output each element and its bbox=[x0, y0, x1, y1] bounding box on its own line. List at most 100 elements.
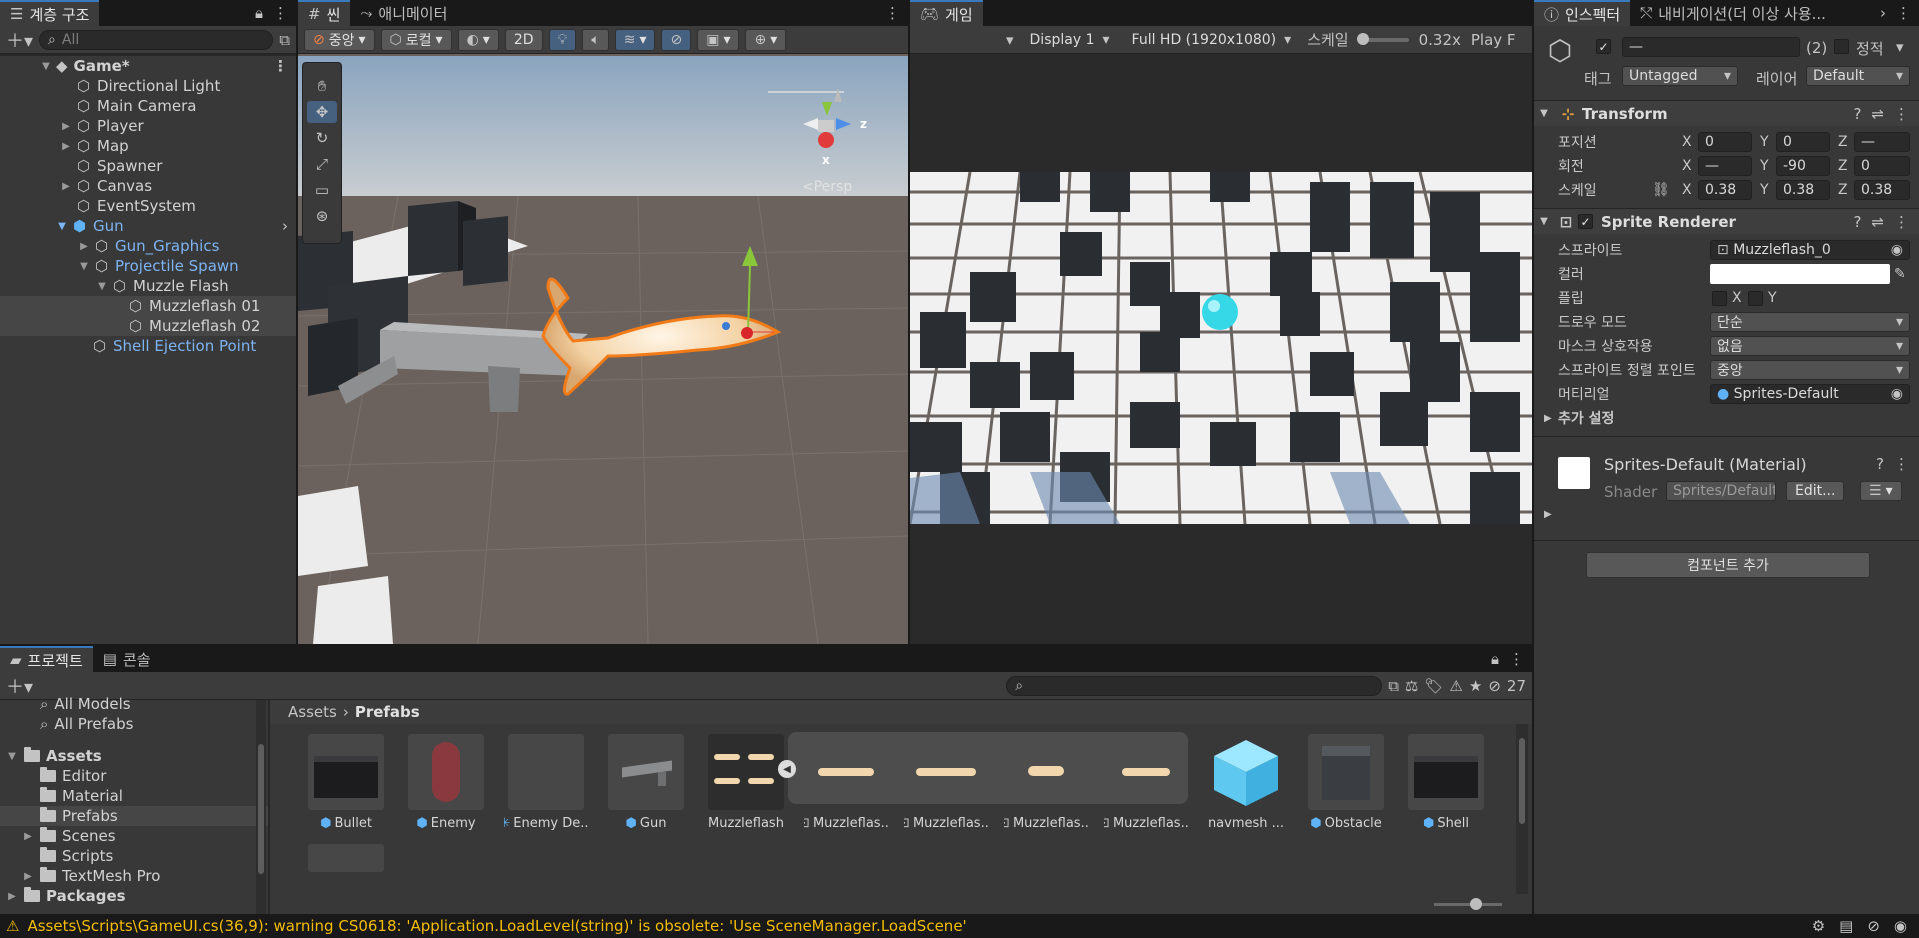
tab-hierarchy[interactable]: ☰ 계층 구조 bbox=[0, 0, 100, 26]
favorite-all-prefabs[interactable]: ⌕ All Prefabs bbox=[0, 714, 268, 734]
effects-dropdown[interactable]: ≋ ▾ bbox=[614, 28, 656, 51]
presets-icon[interactable]: ⇌ bbox=[1871, 105, 1884, 123]
move-tool-icon[interactable]: ✥ bbox=[307, 101, 337, 123]
hierarchy-item-main-camera[interactable]: ⬡ Main Camera bbox=[0, 96, 296, 116]
hierarchy-item-eventsystem[interactable]: ⬡ EventSystem bbox=[0, 196, 296, 216]
hierarchy-item-spawner[interactable]: ⬡ Spawner bbox=[0, 156, 296, 176]
sprite-object-field[interactable]: ⊡ Muzzleflash_0 ◉ bbox=[1710, 240, 1910, 260]
sort-point-dropdown[interactable]: 중앙 ▾ bbox=[1710, 360, 1910, 380]
filter-label-icon[interactable]: 🏷︎ bbox=[1424, 677, 1443, 695]
eyedropper-icon[interactable]: ✎ bbox=[1894, 266, 1906, 282]
lighting-toggle[interactable]: 💡︎ bbox=[548, 28, 577, 51]
expand-arrow-icon[interactable]: ▶ bbox=[6, 891, 18, 902]
component-menu-icon[interactable]: ⋮ bbox=[1894, 105, 1909, 123]
scale-slider-handle[interactable] bbox=[1356, 32, 1369, 45]
expand-arrow-icon[interactable]: ▼ bbox=[96, 281, 108, 292]
hidden-packages-icon[interactable]: ⊘ bbox=[1488, 677, 1501, 695]
draw-mode-dropdown[interactable]: ◐ ▾ bbox=[457, 28, 499, 51]
expand-arrow-icon[interactable]: ▼ bbox=[6, 751, 18, 762]
lock-icon[interactable]: 🔒︎ bbox=[1491, 650, 1499, 668]
tab-animator[interactable]: ⤳ 애니메이터 bbox=[350, 0, 457, 26]
space-dropdown[interactable]: ⬡ 로컬 ▾ bbox=[380, 28, 452, 51]
rotation-z-field[interactable]: 0 bbox=[1854, 156, 1910, 176]
visibility-toggle[interactable]: ⊘ bbox=[661, 28, 692, 51]
grid-scrollbar[interactable] bbox=[1516, 724, 1528, 894]
breadcrumb-assets[interactable]: Assets bbox=[288, 703, 337, 721]
grid-scrollbar-thumb[interactable] bbox=[1519, 738, 1525, 824]
expand-arrow-icon[interactable]: ▼ bbox=[40, 61, 52, 72]
draw-mode-dropdown[interactable]: 단순 ▾ bbox=[1710, 312, 1910, 332]
display-dropdown[interactable]: Display 1 ▾ bbox=[1024, 30, 1116, 50]
hierarchy-item-canvas[interactable]: ▶ ⬡ Canvas bbox=[0, 176, 296, 196]
folder-scripts[interactable]: Scripts bbox=[0, 846, 268, 866]
help-icon[interactable]: ? bbox=[1853, 213, 1861, 231]
collaborate-icon[interactable]: ◉ bbox=[1894, 917, 1907, 935]
hierarchy-search-input[interactable]: ⌕ All bbox=[39, 29, 274, 50]
shader-dropdown[interactable]: Sprites/Default bbox=[1666, 481, 1776, 501]
persp-label[interactable]: <Persp bbox=[802, 179, 852, 195]
auto-generate-lighting-icon[interactable]: ⊘ bbox=[1867, 917, 1880, 935]
pivot-dropdown[interactable]: ⊘ 중앙 ▾ bbox=[304, 28, 375, 51]
foldout-arrow-icon[interactable]: ▶ bbox=[1544, 413, 1552, 424]
position-y-field[interactable]: 0 bbox=[1776, 132, 1830, 152]
scene-viewport[interactable]: z x <Persp bbox=[298, 56, 908, 644]
flip-y-checkbox[interactable] bbox=[1748, 290, 1763, 306]
folder-scenes[interactable]: ▶ Scenes bbox=[0, 826, 268, 846]
hierarchy-item-map[interactable]: ▶ ⬡ Map bbox=[0, 136, 296, 156]
expand-arrow-icon[interactable]: ▶ bbox=[78, 241, 90, 252]
camera-dropdown[interactable]: ▣ ▾ bbox=[697, 28, 740, 51]
asset-muzzleflash-0[interactable]: ⊡Muzzleflas... bbox=[804, 734, 888, 831]
folder-textmesh-pro[interactable]: ▶ TextMesh Pro bbox=[0, 866, 268, 886]
expand-arrow-icon[interactable]: ▶ bbox=[22, 831, 34, 842]
active-checkbox[interactable]: ✓ bbox=[1596, 39, 1611, 54]
cache-server-icon[interactable]: ▤ bbox=[1839, 917, 1853, 935]
foldout-arrow-icon[interactable]: ▼ bbox=[1534, 108, 1554, 119]
asset-enemy-death[interactable]: ✳Enemy De... bbox=[504, 734, 588, 831]
asset-gun[interactable]: ⬢ Gun bbox=[604, 734, 688, 831]
search-by-type-icon[interactable]: ⧉ bbox=[1388, 677, 1399, 695]
status-bar[interactable]: ⚠ Assets\Scripts\GameUI.cs(36,9): warnin… bbox=[0, 914, 1919, 938]
open-prefab-arrow-icon[interactable]: › bbox=[282, 217, 288, 235]
scene-row[interactable]: ▼ ◆ Game* ⋮ bbox=[0, 56, 296, 76]
expand-arrow-icon[interactable]: ▼ bbox=[56, 221, 68, 232]
component-menu-icon[interactable]: ⋮ bbox=[1894, 213, 1909, 231]
tab-navigation[interactable]: ⤲ 내비게이션(더 이상 사용... bbox=[1630, 0, 1836, 26]
transform-header[interactable]: ▼ ⊹ Transform ? ⇌ ⋮ bbox=[1534, 100, 1919, 126]
warning-filter-icon[interactable]: ⚠ bbox=[1449, 677, 1462, 695]
layer-dropdown[interactable]: Default ▾ bbox=[1806, 66, 1910, 86]
hierarchy-item-shell-ejection-point[interactable]: ⬡ Shell Ejection Point bbox=[0, 336, 296, 356]
icon-size-slider[interactable] bbox=[1434, 897, 1502, 910]
icon-size-slider-handle[interactable] bbox=[1470, 897, 1482, 910]
resolution-dropdown[interactable]: Full HD (1920x1080) ▾ bbox=[1126, 30, 1298, 50]
gizmos-dropdown[interactable]: ⊕ ▾ bbox=[745, 28, 787, 51]
tab-scene[interactable]: # 씬 bbox=[298, 0, 351, 26]
play-focus-dropdown[interactable]: Play F bbox=[1471, 31, 1516, 49]
object-name-field[interactable]: — bbox=[1622, 37, 1800, 57]
asset-muzzleflash-3[interactable]: ⊡Muzzleflas... bbox=[1104, 734, 1188, 831]
sprite-renderer-header[interactable]: ▼ ⊡ ✓ Sprite Renderer ? ⇌ ⋮ bbox=[1534, 208, 1919, 234]
2d-toggle[interactable]: 2D bbox=[504, 28, 543, 51]
scale-x-field[interactable]: 0.38 bbox=[1698, 180, 1752, 200]
hierarchy-item-player[interactable]: ▶ ⬡ Player bbox=[0, 116, 296, 136]
foldout-arrow-icon[interactable]: ▼ bbox=[1534, 216, 1554, 227]
more-menu-icon[interactable]: ⋮ bbox=[273, 4, 288, 22]
scale-slider[interactable] bbox=[1356, 32, 1409, 45]
folder-editor[interactable]: Editor bbox=[0, 766, 268, 786]
breadcrumb-prefabs[interactable]: Prefabs bbox=[355, 703, 420, 721]
constrain-proportions-icon[interactable]: ⛓︎ bbox=[1652, 182, 1670, 198]
folder-assets[interactable]: ▼ Assets bbox=[0, 746, 268, 766]
rect-tool-icon[interactable]: ▭ bbox=[307, 179, 337, 201]
hierarchy-item-muzzleflash-02[interactable]: ⬡ Muzzleflash 02 bbox=[0, 316, 296, 336]
more-menu-icon[interactable]: ⋮ bbox=[1896, 4, 1911, 22]
tree-scrollbar-thumb[interactable] bbox=[258, 744, 264, 874]
tag-dropdown[interactable]: Untagged ▾ bbox=[1622, 66, 1738, 86]
hand-tool-icon[interactable]: ✋︎ bbox=[307, 75, 337, 97]
presets-icon[interactable]: ⇌ bbox=[1871, 213, 1884, 231]
hierarchy-item-projectile-spawn[interactable]: ▼ ⬡ Projectile Spawn bbox=[0, 256, 296, 276]
asset-partial-next-row[interactable] bbox=[304, 844, 388, 872]
material-object-field[interactable]: ● Sprites-Default ◉ bbox=[1710, 384, 1910, 404]
rotation-x-field[interactable]: — bbox=[1698, 156, 1752, 176]
scale-tool-icon[interactable]: ⤢ bbox=[307, 153, 337, 175]
sprite-renderer-enabled-checkbox[interactable]: ✓ bbox=[1578, 214, 1593, 229]
position-z-field[interactable]: — bbox=[1854, 132, 1910, 152]
